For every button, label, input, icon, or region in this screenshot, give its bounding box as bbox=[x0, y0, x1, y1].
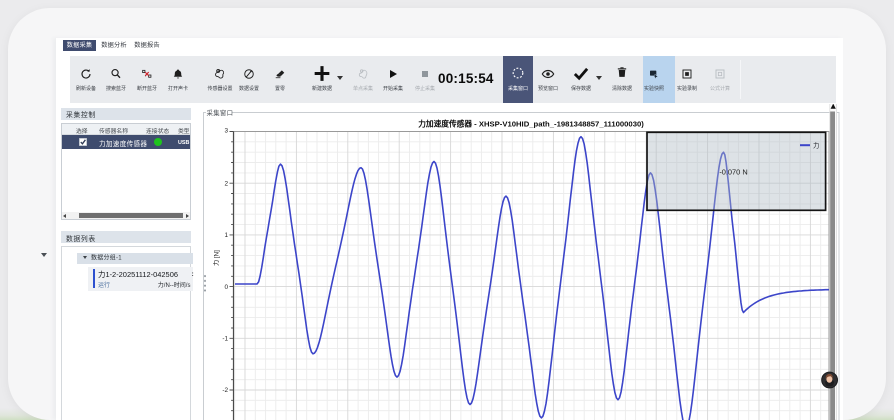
svg-text:力加速度传感器 - XHSP-V10HID_path_-19: 力加速度传感器 - XHSP-V10HID_path_-1981348857_1… bbox=[418, 119, 644, 129]
svg-text:力: 力 bbox=[813, 141, 819, 150]
svg-text:1: 1 bbox=[224, 232, 228, 239]
svg-text:采集窗口: 采集窗口 bbox=[207, 108, 234, 117]
svg-text:0: 0 bbox=[224, 284, 228, 291]
svg-text:-2: -2 bbox=[222, 387, 228, 394]
svg-text:力 [N]: 力 [N] bbox=[213, 250, 221, 266]
svg-text:-1: -1 bbox=[222, 336, 228, 343]
svg-text:2: 2 bbox=[224, 180, 228, 187]
svg-text:-0.070 N: -0.070 N bbox=[719, 168, 747, 177]
svg-text:3: 3 bbox=[224, 128, 228, 135]
